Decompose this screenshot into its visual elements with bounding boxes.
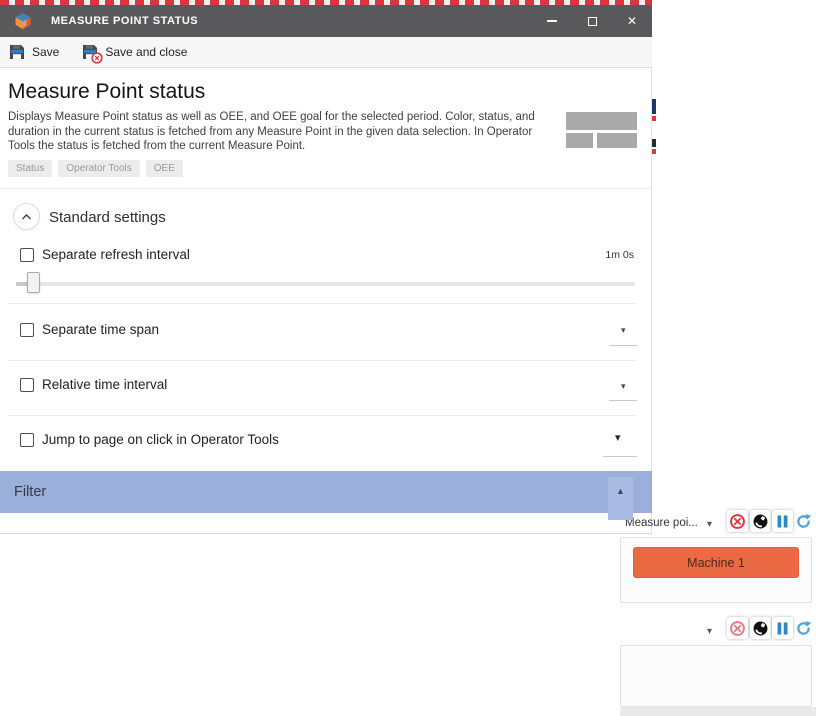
page-title: Measure Point status	[8, 80, 205, 104]
divider	[8, 415, 636, 416]
maximize-icon	[588, 17, 597, 26]
dialog-titlebar[interactable]: MEASURE POINT STATUS ✕	[0, 5, 652, 37]
save-and-close-icon	[81, 43, 99, 61]
description-line: duration in the current status is fetche…	[8, 125, 573, 140]
filter-collapse-button[interactable]: ▲	[608, 477, 633, 520]
data-selection-magnet-button[interactable]	[750, 617, 771, 639]
divider	[8, 360, 636, 361]
refresh-interval-slider-track[interactable]	[16, 282, 635, 286]
dropdown-underline	[609, 400, 637, 401]
refresh-interval-slider-handle[interactable]	[27, 272, 40, 293]
maximize-button[interactable]	[572, 5, 612, 37]
preview-block-left	[566, 133, 593, 148]
close-badge-icon	[91, 52, 103, 64]
pause-refresh-button[interactable]	[772, 510, 793, 532]
pause-icon	[774, 513, 791, 530]
remove-widget-button[interactable]	[727, 510, 748, 532]
pause-refresh-button[interactable]	[772, 617, 793, 639]
filter-label: Filter	[14, 471, 46, 513]
data-selection-magnet-button[interactable]	[750, 510, 771, 532]
dropdown-underline	[603, 456, 637, 457]
minimize-button[interactable]	[532, 5, 572, 37]
minimize-icon	[547, 20, 557, 22]
tag-oee: OEE	[146, 160, 183, 177]
clipped-background-fragment	[652, 99, 656, 114]
clipped-background-fragment	[652, 149, 656, 154]
save-icon	[8, 43, 26, 61]
save-button[interactable]: Save	[8, 43, 59, 61]
widget-preview-icon	[566, 112, 638, 149]
empty-widget-card	[620, 645, 812, 707]
dialog-bottom-edge	[0, 533, 652, 534]
save-and-close-button[interactable]: Save and close	[81, 43, 187, 61]
tag-operator-tools: Operator Tools	[58, 160, 139, 177]
relative-time-interval-label: Relative time interval	[42, 377, 167, 392]
close-icon: ✕	[627, 15, 637, 27]
description-line: Tools the status is fetched from the cur…	[8, 139, 573, 154]
screen: MEASURE POINT STATUS ✕	[0, 0, 816, 716]
dialog-toolbar: Save Save and close	[0, 37, 652, 68]
description-line: Displays Measure Point status as well as…	[8, 110, 573, 125]
relative-time-dropdown[interactable]: ▾	[621, 382, 626, 391]
standard-settings-collapse-button[interactable]	[13, 203, 40, 230]
machine-status-button[interactable]: Machine 1	[633, 547, 799, 578]
filter-section-header[interactable]: Filter	[0, 471, 652, 513]
remove-widget-button[interactable]	[727, 617, 748, 639]
dropdown-underline	[609, 345, 637, 346]
widget-description: Displays Measure Point status as well as…	[8, 110, 573, 154]
jump-to-page-label: Jump to page on click in Operator Tools	[42, 432, 279, 447]
background-strip	[620, 707, 816, 716]
jump-to-page-checkbox[interactable]	[20, 433, 34, 447]
pause-icon	[774, 620, 791, 637]
divider	[0, 188, 652, 189]
jump-to-page-dropdown[interactable]: ▾	[615, 433, 621, 444]
refresh-icon	[794, 619, 813, 638]
preview-block-right	[597, 133, 637, 148]
clipped-background-fragment	[652, 116, 656, 121]
refresh-icon	[794, 512, 813, 531]
preview-block-top	[566, 112, 637, 130]
close-button[interactable]: ✕	[612, 5, 652, 37]
remove-icon	[729, 620, 746, 637]
separate-refresh-interval-label: Separate refresh interval	[42, 247, 190, 262]
time-span-dropdown[interactable]: ▾	[621, 326, 626, 335]
refresh-interval-value: 1m 0s	[605, 249, 634, 261]
relative-time-interval-checkbox[interactable]	[20, 378, 34, 392]
dialog-title: MEASURE POINT STATUS	[51, 15, 198, 27]
tag-list: Status Operator Tools OEE	[8, 160, 183, 177]
separate-refresh-interval-checkbox[interactable]	[20, 248, 34, 262]
tag-status: Status	[8, 160, 52, 177]
magnet-icon	[752, 513, 769, 530]
magnet-icon	[752, 620, 769, 637]
measure-point-status-dialog: MEASURE POINT STATUS ✕	[0, 0, 652, 534]
refresh-widget-button[interactable]	[793, 510, 814, 532]
save-label: Save	[32, 45, 59, 59]
divider	[8, 303, 636, 304]
refresh-widget-button[interactable]	[793, 617, 814, 639]
remove-icon	[729, 513, 746, 530]
selector-caret-icon[interactable]: ▾	[707, 520, 712, 530]
measure-point-selector[interactable]: Measure poi...	[625, 517, 698, 529]
separate-time-span-label: Separate time span	[42, 322, 159, 337]
clipped-background-fragment	[652, 139, 656, 147]
standard-settings-title: Standard settings	[49, 209, 166, 226]
save-and-close-label: Save and close	[105, 45, 187, 59]
chevron-up-icon	[21, 213, 32, 221]
app-logo-icon	[13, 11, 33, 31]
selector-caret-icon[interactable]: ▾	[707, 627, 712, 637]
measure-point-widget-card: Machine 1	[620, 537, 812, 603]
collapse-up-icon: ▲	[616, 486, 625, 520]
separate-time-span-checkbox[interactable]	[20, 323, 34, 337]
